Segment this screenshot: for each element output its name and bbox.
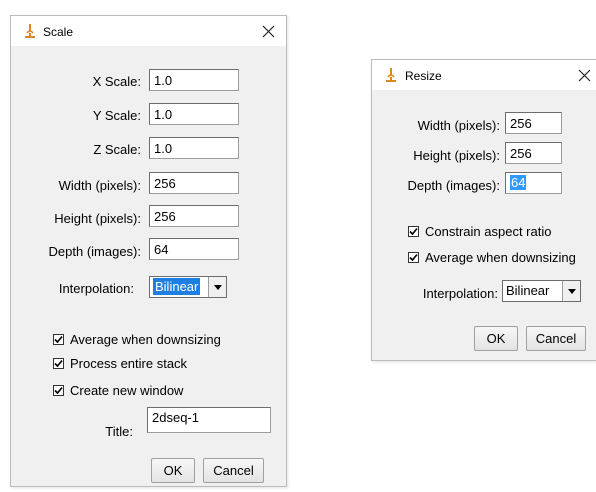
z-scale-input[interactable] (149, 137, 239, 159)
depth-label: Depth (images): (48, 244, 141, 259)
chevron-down-icon[interactable] (208, 277, 226, 297)
resize-titlebar: Resize (372, 60, 596, 90)
width-label: Width (pixels): (58, 178, 141, 193)
checkmark-icon (53, 358, 64, 369)
process-stack-label: Process entire stack (70, 356, 188, 371)
close-icon[interactable] (575, 66, 595, 86)
average-downsizing-checkbox[interactable]: Average when downsizing (53, 332, 221, 347)
y-scale-label: Y Scale: (92, 108, 141, 123)
interpolation-value: Bilinear (153, 278, 201, 295)
resize-width-input[interactable] (505, 112, 562, 134)
resize-depth-input[interactable]: 64 (505, 172, 562, 194)
resize-average-label: Average when downsizing (425, 250, 576, 265)
title-input[interactable] (147, 407, 271, 433)
y-scale-input[interactable] (149, 103, 239, 125)
create-window-checkbox[interactable]: Create new window (53, 383, 183, 398)
height-label: Height (pixels): (54, 211, 141, 226)
resize-height-input[interactable] (505, 142, 562, 164)
microscope-icon (385, 67, 397, 86)
checkmark-icon (408, 226, 419, 237)
resize-ok-button[interactable]: OK (474, 326, 518, 351)
constrain-aspect-label: Constrain aspect ratio (425, 224, 552, 239)
close-icon[interactable] (259, 22, 279, 42)
process-stack-checkbox[interactable]: Process entire stack (53, 356, 187, 371)
resize-title: Resize (405, 69, 442, 83)
average-downsizing-label: Average when downsizing (70, 332, 221, 347)
cancel-button[interactable]: Cancel (203, 458, 264, 483)
resize-interpolation-label: Interpolation: (422, 286, 498, 301)
checkmark-icon (408, 252, 419, 263)
checkmark-icon (53, 385, 64, 396)
resize-interpolation-dropdown[interactable]: Bilinear (502, 280, 581, 302)
resize-interpolation-value: Bilinear (506, 283, 550, 298)
microscope-icon (24, 23, 36, 42)
ok-button[interactable]: OK (151, 458, 195, 483)
title-field-label: Title: (105, 424, 133, 439)
resize-height-label: Height (pixels): (413, 148, 500, 163)
checkmark-icon (53, 334, 64, 345)
scale-titlebar: Scale (11, 16, 286, 46)
chevron-down-icon[interactable] (562, 281, 580, 301)
resize-depth-label: Depth (images): (407, 178, 500, 193)
x-scale-input[interactable] (149, 69, 239, 91)
resize-average-checkbox[interactable]: Average when downsizing (408, 250, 576, 265)
interpolation-label: Interpolation: (58, 281, 134, 296)
x-scale-label: X Scale: (92, 74, 141, 89)
interpolation-dropdown[interactable]: Bilinear (149, 276, 227, 298)
width-input[interactable] (149, 172, 239, 194)
resize-dialog: Resize Width (pixels): Height (pixels): … (371, 59, 596, 361)
resize-cancel-button[interactable]: Cancel (526, 326, 586, 351)
scale-dialog: Scale X Scale: Y Scale: Z Scale: Width (… (10, 15, 287, 487)
z-scale-label: Z Scale: (93, 142, 141, 157)
depth-input[interactable] (149, 238, 239, 260)
resize-width-label: Width (pixels): (417, 118, 500, 133)
scale-title: Scale (43, 25, 74, 39)
create-window-label: Create new window (70, 383, 184, 398)
height-input[interactable] (149, 205, 239, 227)
constrain-aspect-checkbox[interactable]: Constrain aspect ratio (408, 224, 551, 239)
